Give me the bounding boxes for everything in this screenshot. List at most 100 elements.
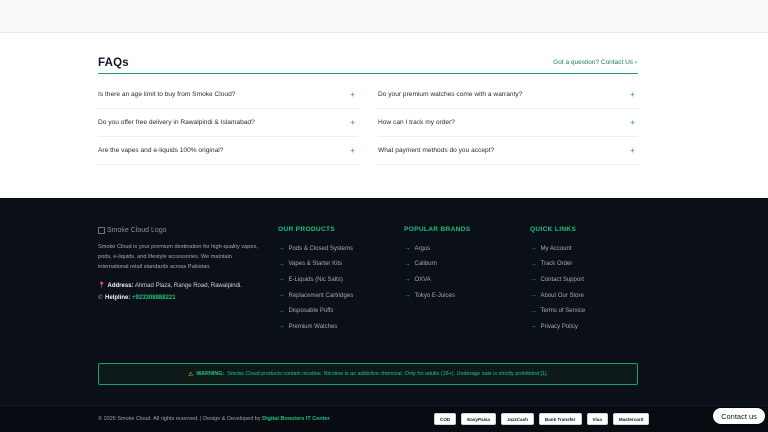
footer-column-quick-links: QUICK LINKS → My Account → Track Order → Co… (530, 226, 585, 335)
footer-link-label: Argus (414, 245, 431, 252)
footer-link[interactable]: → E-Liquids (Nic Salts) (278, 272, 353, 288)
column-heading: OUR PRODUCTS (278, 226, 336, 233)
arrow-right-icon: → (530, 307, 537, 315)
footer-link[interactable]: → Disposable Puffs (278, 303, 353, 319)
broken-image-icon (98, 227, 105, 234)
footer-link-label: E-Liquids (Nic Salts) (288, 276, 343, 283)
payment-badge-visa: Visa (586, 413, 608, 425)
arrow-right-icon: → (404, 260, 411, 268)
faq-divider (98, 73, 638, 74)
top-strip (0, 0, 768, 33)
faq-question: Do you offer free delivery in Rawalpindi… (98, 119, 255, 126)
footer-link[interactable]: → Contact Support (530, 272, 585, 288)
plus-icon[interactable]: + (350, 90, 358, 99)
footer-link-label: Caliburn (414, 261, 437, 268)
arrow-right-icon: → (404, 276, 411, 284)
arrow-right-icon: → (278, 323, 285, 331)
faq-item[interactable]: Is there an age limit to buy from Smoke … (98, 81, 358, 109)
footer-link-label: My Account (540, 245, 572, 252)
copyright-text: © 2026 Smoke Cloud. All rights reserved.… (98, 416, 261, 422)
arrow-right-icon: → (278, 245, 285, 253)
footer-column-brands: POPULAR BRANDS → Argus → Caliburn → OXVA → T… (404, 226, 470, 303)
footer-link[interactable]: → Vapes & Starter Kits (278, 257, 353, 273)
arrow-right-icon: → (278, 292, 285, 300)
arrow-right-icon: → (404, 292, 411, 300)
developer-link[interactable]: Digital Boosters IT Center (262, 416, 330, 422)
footer-link-label: Premium Watches (288, 323, 338, 330)
address-value: Ahmad Plaza, Range Road, Rawalpindi. (134, 283, 242, 289)
phone-icon: ✆ (98, 295, 104, 301)
faq-list: Is there an age limit to buy from Smoke … (98, 81, 638, 165)
warning-icon: ⚠ (187, 371, 194, 378)
footer-link-label: Tokyo E-Juices (414, 292, 455, 299)
warning-text: Smoke Cloud products contain nicotine. N… (227, 371, 548, 377)
arrow-right-icon: → (278, 260, 285, 268)
footer-link-label: Replacement Cartridges (288, 292, 354, 299)
faq-question: How can I track my order? (378, 119, 455, 126)
warning-label: WARNING: (196, 371, 225, 377)
column-heading: POPULAR BRANDS (404, 226, 471, 233)
arrow-right-icon: → (530, 292, 537, 300)
footer-address: 📍 Address: Ahmad Plaza, Range Road, Rawal… (98, 282, 242, 289)
plus-icon[interactable]: + (630, 90, 638, 99)
footer-link-label: Contact Support (540, 276, 584, 283)
faq-item[interactable]: Are the vapes and e-liquids 100% origina… (98, 137, 358, 165)
footer-helpline: ✆ Helpline: +923308888221 (98, 294, 176, 301)
address-label: Address: (107, 283, 134, 289)
faq-contact-link[interactable]: Got a question? Contact Us › (553, 59, 637, 66)
helpline-label: Helpline: (105, 295, 131, 301)
footer-link-label: Terms of Service (540, 308, 586, 315)
footer-link[interactable]: → Premium Watches (278, 319, 353, 335)
faq-item[interactable]: Do you offer free delivery in Rawalpindi… (98, 109, 358, 137)
footer-link-label: Privacy Policy (540, 323, 578, 330)
footer-logo[interactable]: Smoke Cloud Logo (98, 227, 167, 234)
footer-link[interactable]: → Privacy Policy (530, 319, 585, 335)
footer-column-products: OUR PRODUCTS → Pods & Closed Systems → Vap… (278, 226, 353, 335)
faq-item[interactable]: How can I track my order? + (378, 109, 638, 137)
faq-item[interactable]: What payment methods do you accept? + (378, 137, 638, 165)
payment-badge-cod: COD (434, 413, 457, 425)
faq-question: What payment methods do you accept? (378, 147, 495, 154)
footer-link[interactable]: → Argus (404, 241, 470, 257)
footer-bottom-bar: © 2026 Smoke Cloud. All rights reserved.… (0, 405, 768, 432)
footer-link[interactable]: → Tokyo E-Juices (404, 288, 470, 304)
faq-title: FAQs (98, 57, 129, 69)
plus-icon[interactable]: + (350, 118, 358, 127)
footer-link[interactable]: → Pods & Closed Systems (278, 241, 353, 257)
plus-icon[interactable]: + (630, 118, 638, 127)
footer-link[interactable]: → My Account (530, 241, 585, 257)
payment-methods: COD EasyPaisa JazzCash Bank Transfer Vis… (434, 413, 650, 425)
arrow-right-icon: → (278, 307, 285, 315)
map-pin-icon: 📍 (98, 283, 106, 289)
plus-icon[interactable]: + (350, 146, 358, 155)
faq-question: Are the vapes and e-liquids 100% origina… (98, 147, 224, 154)
footer-link-label: Track Order (540, 261, 573, 268)
footer-link[interactable]: → Track Order (530, 257, 585, 273)
copyright: © 2026 Smoke Cloud. All rights reserved.… (98, 416, 330, 422)
nicotine-warning-banner: ⚠ WARNING: Smoke Cloud products contain … (98, 363, 638, 385)
payment-badge-jazzcash: JazzCash (500, 413, 534, 425)
site-footer: Smoke Cloud Logo Smoke Cloud is your pre… (0, 198, 768, 432)
faq-question: Is there an age limit to buy from Smoke … (98, 91, 236, 98)
footer-link[interactable]: → Replacement Cartridges (278, 288, 353, 304)
footer-about-text: Smoke Cloud is your premium destination … (98, 244, 258, 270)
column-heading: QUICK LINKS (530, 226, 577, 233)
footer-link[interactable]: → OXVA (404, 272, 470, 288)
plus-icon[interactable]: + (630, 146, 638, 155)
footer-link-label: Pods & Closed Systems (288, 245, 353, 252)
footer-link-label: Disposable Puffs (288, 308, 334, 315)
contact-us-button[interactable]: Contact us (713, 408, 765, 424)
arrow-right-icon: → (530, 276, 537, 284)
faq-item[interactable]: Do your premium watches come with a warr… (378, 81, 638, 109)
arrow-right-icon: → (530, 323, 537, 331)
logo-alt-text: Smoke Cloud Logo (107, 227, 167, 234)
arrow-right-icon: → (530, 245, 537, 253)
arrow-right-icon: → (530, 260, 537, 268)
arrow-right-icon: → (404, 245, 411, 253)
footer-link[interactable]: → About Our Store (530, 288, 585, 304)
footer-link[interactable]: → Caliburn (404, 257, 470, 273)
footer-link[interactable]: → Terms of Service (530, 303, 585, 319)
footer-link-label: About Our Store (540, 292, 584, 299)
arrow-right-icon: → (278, 276, 285, 284)
helpline-number[interactable]: +923308888221 (132, 295, 176, 301)
